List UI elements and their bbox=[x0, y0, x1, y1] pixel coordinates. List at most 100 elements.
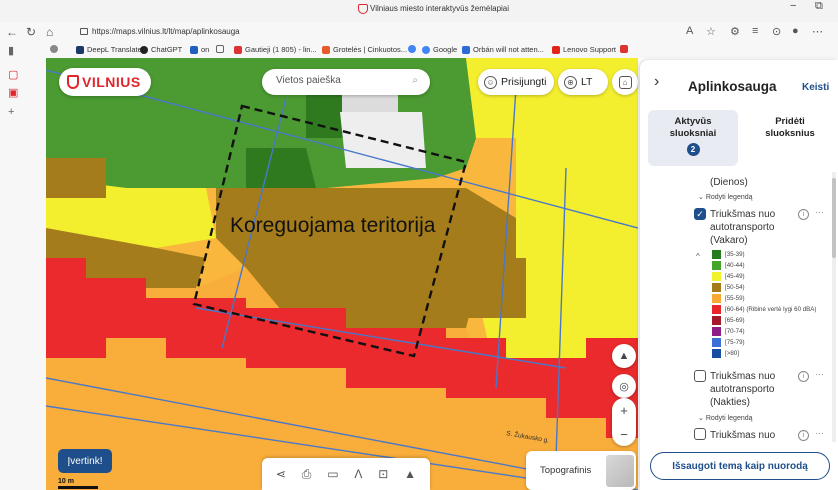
minimize-icon[interactable]: − bbox=[790, 0, 796, 12]
profile-icon[interactable]: ● bbox=[792, 25, 799, 37]
layer-name-night: Triukšmas nuo autotransporto (Nakties) bbox=[710, 371, 776, 408]
compass-icon: ▲ bbox=[618, 350, 630, 362]
tab-active-layers[interactable]: Aktyvūs sluoksniai 2 bbox=[648, 110, 738, 166]
tab-add-layers[interactable]: Pridėti sluoksnius bbox=[750, 110, 830, 166]
more-options-icon[interactable]: ⋯ bbox=[815, 428, 824, 439]
show-legend-label: Rodyti legendą bbox=[705, 194, 753, 201]
info-icon[interactable]: i bbox=[798, 209, 809, 220]
save-theme-button[interactable]: Išsaugoti temą kaip nuorodą bbox=[650, 452, 830, 480]
layer-checkbox-night[interactable] bbox=[694, 370, 706, 382]
home-icon[interactable]: ⌂ bbox=[46, 25, 53, 39]
bookmark-item[interactable]: DeepL Translate bbox=[76, 45, 142, 54]
share-icon[interactable]: ⋖ bbox=[276, 467, 286, 481]
legend-label: [65-69) bbox=[725, 317, 745, 324]
legend-swatch bbox=[712, 261, 721, 270]
measure-icon[interactable]: ▭ bbox=[327, 467, 338, 481]
scale-label: 10 m bbox=[58, 478, 74, 485]
bookmark-item[interactable] bbox=[408, 45, 416, 53]
lock-icon bbox=[80, 28, 88, 35]
panel-tabs: Aktyvūs sluoksniai 2 Pridėti sluoksnius bbox=[640, 108, 838, 170]
read-aloud-icon[interactable]: A bbox=[686, 25, 693, 37]
reload-icon[interactable]: ↻ bbox=[26, 25, 36, 39]
legend-label: [60-64) (Ribinė vertė lygi 60 dBA) bbox=[725, 306, 817, 313]
active-count-badge: 2 bbox=[686, 143, 700, 156]
language-button[interactable]: ⊕ LT bbox=[558, 69, 608, 95]
info-icon[interactable]: i bbox=[798, 430, 809, 441]
search-box[interactable]: ⌕ bbox=[262, 69, 430, 95]
more-icon[interactable]: ⋯ bbox=[812, 25, 823, 38]
compass-draw-icon[interactable]: Λ bbox=[354, 467, 362, 481]
extensions-icon[interactable]: ⚙ bbox=[730, 25, 740, 38]
bookmark-item[interactable]: Grotelės | Cinkuotos... bbox=[322, 45, 407, 54]
image-icon[interactable]: ▲ bbox=[404, 467, 416, 481]
bookmark-item[interactable]: Orbán will not atten... bbox=[462, 45, 544, 54]
more-options-icon[interactable]: ⋯ bbox=[815, 207, 824, 218]
collapse-panel-icon[interactable]: › bbox=[654, 73, 659, 91]
print-icon[interactable]: ⎙ bbox=[302, 467, 312, 482]
more-options-icon[interactable]: ⋯ bbox=[815, 369, 824, 380]
bookmark-item[interactable] bbox=[50, 45, 58, 53]
legend-swatch bbox=[712, 327, 721, 336]
bookmark-item[interactable] bbox=[216, 45, 224, 53]
scrollbar-thumb[interactable] bbox=[832, 178, 836, 258]
bookmark-item[interactable]: Google bbox=[422, 45, 457, 54]
map-toolbar: ⋖ ⎙ ▭ Λ ⊡ ▲ bbox=[262, 458, 430, 490]
collections-icon[interactable]: ⊙ bbox=[772, 25, 781, 38]
zoom-controls: + − bbox=[612, 398, 636, 446]
noise-map[interactable]: S. Žukausko g. bbox=[46, 58, 638, 490]
bookmark-label: Google bbox=[433, 45, 458, 54]
legend-swatch bbox=[712, 250, 721, 259]
map-canvas[interactable]: S. Žukausko g. Koreguojama teritorija bbox=[46, 58, 638, 490]
bookmark-item[interactable]: Lenovo Support bbox=[552, 45, 616, 54]
legend-label: [40-44) bbox=[725, 262, 745, 269]
restore-icon[interactable]: ⧉ bbox=[815, 0, 823, 13]
search-input[interactable] bbox=[276, 75, 396, 86]
zoom-in-button[interactable]: + bbox=[612, 398, 636, 422]
scrollbar[interactable] bbox=[832, 172, 836, 442]
bookmark-label: ChatGPT bbox=[151, 45, 183, 54]
legend-item: [55-59) bbox=[712, 294, 745, 303]
login-label: Prisijungti bbox=[501, 76, 547, 88]
workspaces-icon[interactable]: ▮ bbox=[8, 44, 14, 57]
edit-theme-button[interactable]: Keisti bbox=[802, 82, 829, 93]
bookmark-item[interactable]: ChatGPT bbox=[140, 45, 182, 54]
export-icon[interactable]: ⊡ bbox=[378, 467, 388, 481]
home-button[interactable]: ⌂ bbox=[612, 69, 638, 95]
vilnius-logo[interactable]: VILNIUS bbox=[59, 68, 151, 96]
bookmark-item[interactable] bbox=[620, 45, 628, 53]
back-icon[interactable]: ← bbox=[6, 25, 18, 39]
search-icon[interactable]: ⌕ bbox=[412, 75, 418, 86]
locate-button[interactable]: ◎ bbox=[612, 374, 636, 398]
bookmark-item[interactable]: Gautieji (1 805) - lin... bbox=[234, 45, 317, 54]
rate-button[interactable]: Įvertink! bbox=[58, 449, 112, 473]
bookmarks-bar: DeepL Translate ChatGPT on Gautieji (1 8… bbox=[46, 42, 838, 58]
bookmark-item[interactable]: on bbox=[190, 45, 209, 54]
show-legend-toggle[interactable]: ⌄ Rodyti legendą bbox=[698, 193, 753, 201]
tab-vilnius-active-icon[interactable]: ▣ bbox=[8, 86, 18, 99]
collapse-legend-icon[interactable]: ^ bbox=[696, 252, 700, 261]
tab-vilnius-icon[interactable]: ▢ bbox=[8, 68, 18, 81]
legend-item: [40-44) bbox=[712, 261, 745, 270]
chatgpt-icon bbox=[140, 45, 148, 54]
layer-checkbox-evening[interactable]: ✓ bbox=[694, 208, 706, 220]
lenovo-icon bbox=[552, 45, 560, 54]
favorites-icon[interactable]: ≡ bbox=[752, 25, 758, 37]
basemap-switcher[interactable]: Topografinis bbox=[526, 451, 636, 490]
login-button[interactable]: ☺ Prisijungti bbox=[478, 69, 554, 95]
compass-button[interactable]: ▲ bbox=[612, 344, 636, 368]
favorite-star-icon[interactable]: ☆ bbox=[706, 25, 716, 38]
layer-list[interactable]: (Dienos) ⌄ Rodyti legendą ✓ Triukšmas nu… bbox=[640, 172, 830, 442]
legend-swatch bbox=[712, 349, 721, 358]
new-tab-icon[interactable]: + bbox=[8, 106, 14, 118]
browser-tab-title[interactable]: Vilniaus miesto interaktyvūs žemėlapiai bbox=[370, 4, 509, 13]
legend-item: [60-64) (Ribinė vertė lygi 60 dBA) bbox=[712, 305, 816, 314]
info-icon[interactable]: i bbox=[798, 371, 809, 382]
url-field[interactable]: https://maps.vilnius.lt/lt/map/aplinkosa… bbox=[80, 24, 680, 40]
zoom-out-button[interactable]: − bbox=[612, 422, 636, 446]
legend-swatch bbox=[712, 283, 721, 292]
show-legend-toggle[interactable]: ⌄ Rodyti legendą bbox=[698, 414, 753, 422]
browser-sidebar: ▮ ▢ ▣ + bbox=[0, 42, 46, 490]
scale-bar bbox=[58, 486, 98, 489]
layer-checkbox-next[interactable] bbox=[694, 428, 706, 440]
panel-header: › Aplinkosauga Keisti bbox=[640, 60, 838, 104]
